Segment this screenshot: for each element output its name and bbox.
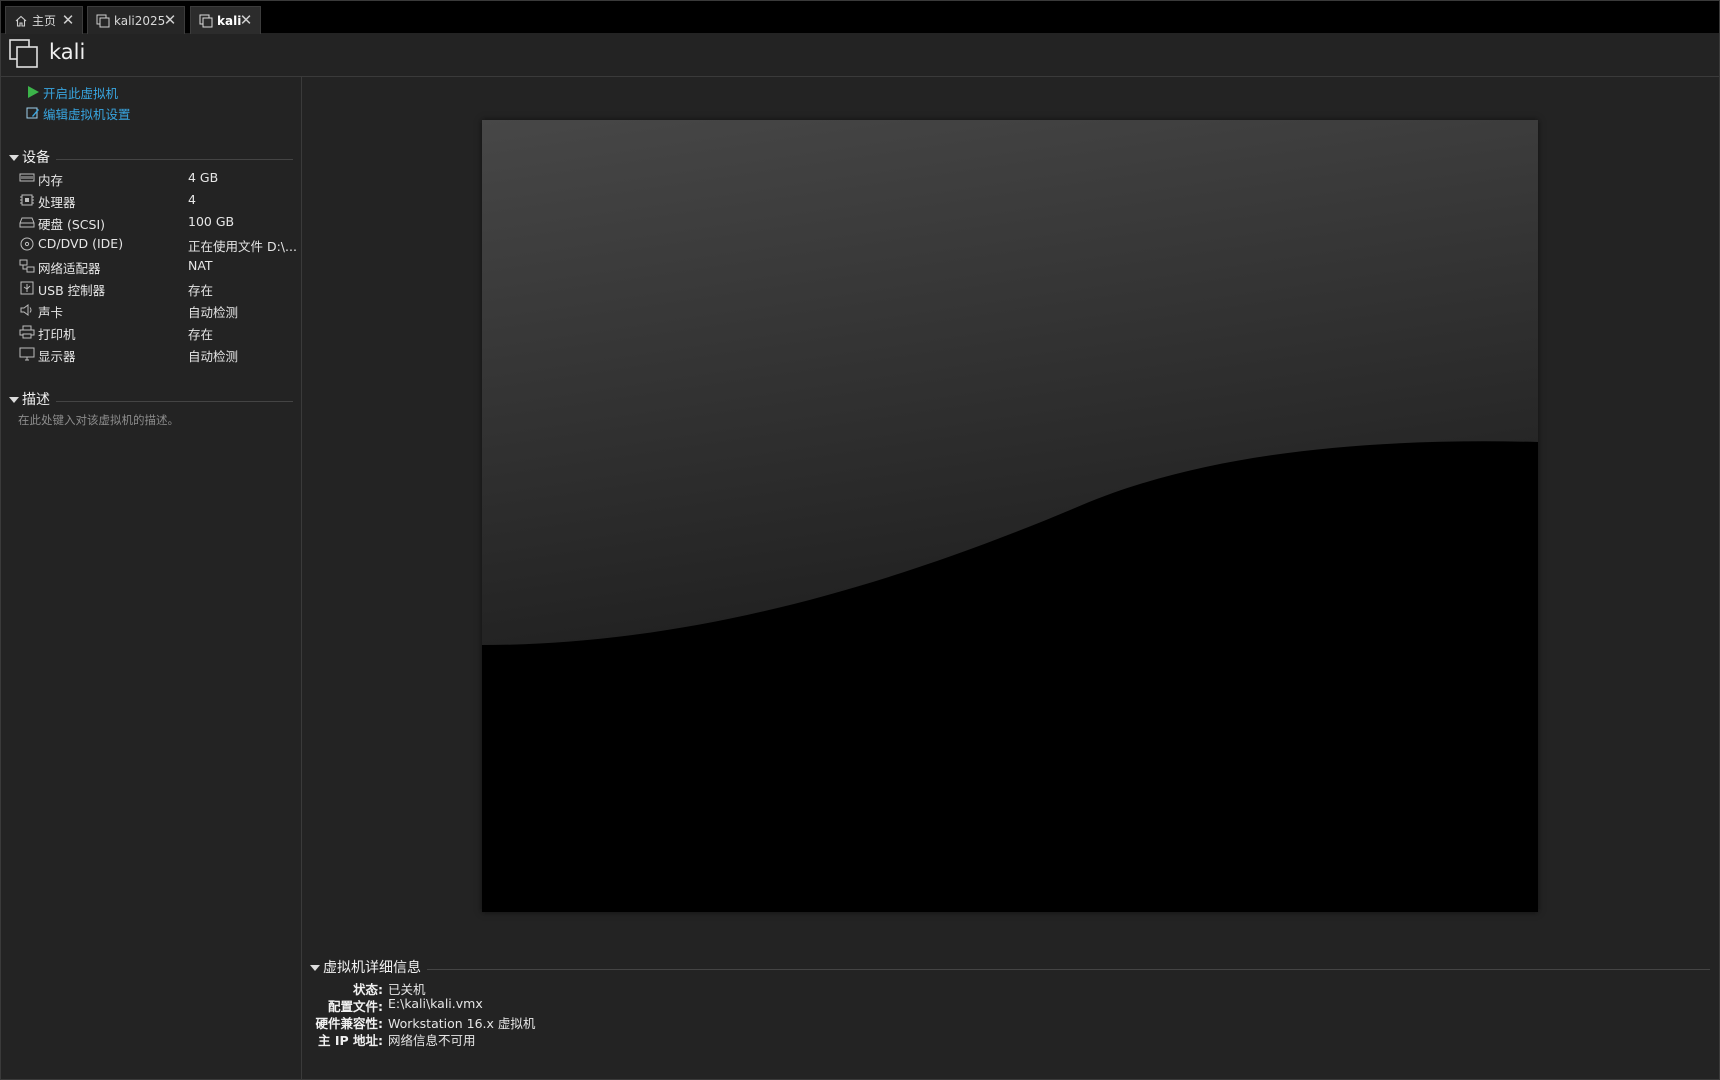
- device-value: 正在使用文件 D:\...: [188, 239, 297, 254]
- detail-row-status: 状态: 已关机: [300, 979, 900, 997]
- device-name: 硬盘 (SCSI): [38, 217, 106, 232]
- close-icon[interactable]: ✕: [238, 12, 254, 28]
- description-section-header[interactable]: 描述: [9, 389, 293, 409]
- collapse-triangle-icon: [310, 964, 320, 971]
- vm-title-bar: kali: [1, 34, 1719, 77]
- divider: [56, 158, 293, 160]
- device-value: 存在: [188, 283, 214, 298]
- tab-home[interactable]: 主页 ✕: [5, 6, 83, 34]
- device-name: 打印机: [38, 327, 76, 342]
- tab-label: kali2025: [114, 13, 166, 28]
- detail-row-hardware-compat: 硬件兼容性: Workstation 16.x 虚拟机: [300, 1013, 900, 1031]
- cpu-icon: [19, 193, 35, 207]
- edit-settings-icon: [26, 106, 40, 120]
- home-icon: [14, 14, 28, 28]
- device-row-sound[interactable]: 声卡 自动检测: [19, 300, 299, 320]
- page-title: kali: [49, 40, 86, 64]
- device-name: USB 控制器: [38, 283, 106, 298]
- device-value: 自动检测: [188, 305, 239, 320]
- tab-label: 主页: [32, 14, 57, 28]
- usb-icon: [19, 281, 35, 295]
- device-value: 100 GB: [188, 214, 235, 229]
- collapse-triangle-icon: [9, 154, 19, 161]
- description-header-label: 描述: [22, 392, 50, 408]
- display-icon: [19, 347, 35, 361]
- power-on-link[interactable]: 开启此虚拟机: [26, 83, 118, 101]
- device-row-network[interactable]: 网络适配器 NAT: [19, 256, 299, 276]
- tab-bar: 主页 ✕ kali2025 ✕ kali ✕: [1, 1, 1719, 34]
- power-on-label: 开启此虚拟机: [43, 85, 119, 101]
- collapse-triangle-icon: [9, 396, 19, 403]
- device-name: 网络适配器: [38, 261, 101, 276]
- device-name: CD/DVD (IDE): [38, 236, 124, 251]
- memory-icon: [19, 171, 35, 185]
- device-value: 4 GB: [188, 170, 219, 185]
- device-value: NAT: [188, 258, 213, 273]
- vm-icon: [96, 14, 110, 28]
- vm-preview-wave-graphic: [482, 120, 1538, 912]
- device-value: 自动检测: [188, 349, 239, 364]
- vm-details-section-header[interactable]: 虚拟机详细信息: [310, 957, 1710, 977]
- detail-row-ip-address: 主 IP 地址: 网络信息不可用: [300, 1030, 900, 1048]
- edit-settings-link[interactable]: 编辑虚拟机设置: [26, 104, 131, 122]
- sound-icon: [19, 303, 35, 317]
- printer-icon: [19, 325, 35, 339]
- vm-icon: [199, 14, 213, 28]
- play-icon: [26, 85, 40, 99]
- device-value: 存在: [188, 327, 214, 342]
- detail-key: 主 IP 地址:: [317, 1033, 383, 1048]
- divider: [56, 400, 293, 402]
- detail-row-config-file: 配置文件: E:\kali\kali.vmx: [300, 996, 900, 1014]
- edit-settings-label: 编辑虚拟机设置: [43, 106, 131, 122]
- device-row-cpu[interactable]: 处理器 4: [19, 190, 299, 210]
- disk-icon: [19, 215, 35, 229]
- device-name: 声卡: [38, 305, 64, 320]
- device-name: 内存: [38, 173, 64, 188]
- device-row-cd-dvd[interactable]: CD/DVD (IDE) 正在使用文件 D:\...: [19, 234, 299, 254]
- network-icon: [19, 259, 35, 273]
- device-name: 显示器: [38, 349, 76, 364]
- device-row-memory[interactable]: 内存 4 GB: [19, 168, 299, 188]
- close-icon[interactable]: ✕: [60, 12, 76, 28]
- device-name: 处理器: [38, 195, 76, 210]
- tab-kali2025[interactable]: kali2025 ✕: [87, 6, 185, 34]
- divider: [427, 968, 1710, 970]
- cd-icon: [19, 237, 35, 251]
- vm-preview-screen[interactable]: [482, 120, 1538, 912]
- devices-header-label: 设备: [22, 150, 50, 166]
- device-row-display[interactable]: 显示器 自动检测: [19, 344, 299, 364]
- vm-details-header-label: 虚拟机详细信息: [323, 960, 421, 976]
- close-icon[interactable]: ✕: [162, 12, 178, 28]
- device-row-usb[interactable]: USB 控制器 存在: [19, 278, 299, 298]
- tab-kali[interactable]: kali ✕: [190, 6, 261, 34]
- vm-summary-panel: 开启此虚拟机 编辑虚拟机设置 设备 内存 4 GB 处理器 4 硬盘 (SCSI…: [1, 77, 302, 1079]
- device-value: 4: [188, 192, 196, 207]
- devices-section-header[interactable]: 设备: [9, 147, 293, 167]
- detail-value: E:\kali\kali.vmx: [388, 996, 483, 1011]
- vm-icon: [9, 39, 39, 73]
- detail-value: 网络信息不可用: [388, 1033, 476, 1048]
- description-placeholder[interactable]: 在此处键入对该虚拟机的描述。: [18, 412, 179, 428]
- device-row-printer[interactable]: 打印机 存在: [19, 322, 299, 342]
- device-row-disk[interactable]: 硬盘 (SCSI) 100 GB: [19, 212, 299, 232]
